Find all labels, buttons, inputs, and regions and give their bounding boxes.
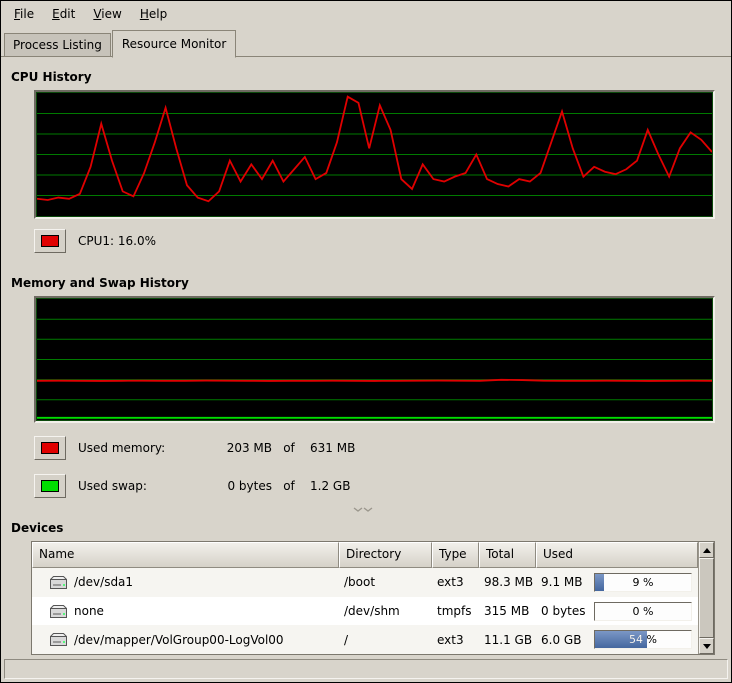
tab-resource-monitor[interactable]: Resource Monitor: [112, 30, 236, 58]
device-used: 6.0 GB: [541, 633, 581, 647]
device-name: /dev/sda1: [74, 575, 133, 589]
memory-legend-label: Used memory:: [78, 441, 196, 455]
device-directory: /boot: [339, 568, 432, 597]
memory-history-graph-frame: [34, 296, 715, 423]
system-monitor-window: File Edit View Help Process Listing Reso…: [0, 0, 732, 683]
memory-total-value: 631 MB: [306, 441, 355, 455]
device-row[interactable]: none /dev/shm tmpfs 315 MB 0 bytes 0 %: [32, 597, 698, 626]
device-type: tmpfs: [432, 597, 479, 626]
device-name: none: [74, 604, 104, 618]
scroll-up-button[interactable]: [699, 542, 714, 558]
devices-table-header: Name Directory Type Total Used: [32, 542, 698, 568]
status-bar: [4, 659, 728, 679]
device-directory: /dev/shm: [339, 597, 432, 626]
memory-legend-row: Used memory: 203 MB of 631 MB: [34, 435, 715, 461]
memory-color-swatch-button[interactable]: [34, 436, 66, 460]
resource-monitor-page: CPU History CPU1: 16.0% Memory and Swap …: [1, 70, 731, 655]
device-used: 9.1 MB: [541, 575, 582, 589]
device-total: 315 MB: [479, 597, 536, 626]
menu-file[interactable]: File: [5, 3, 43, 25]
swap-color-swatch-button[interactable]: [34, 474, 66, 498]
cpu-color-swatch: [41, 235, 59, 247]
pane-resize-grip[interactable]: [11, 505, 715, 517]
swap-used-value: 0 bytes: [196, 479, 272, 493]
column-header-type[interactable]: Type: [432, 542, 479, 568]
progressbar-percent-label: 0 %: [595, 603, 691, 620]
drive-icon: [50, 605, 67, 618]
menu-help[interactable]: Help: [131, 3, 176, 25]
memory-of-label: of: [272, 441, 306, 455]
device-name: /dev/mapper/VolGroup00-LogVol00: [74, 633, 284, 647]
device-usage-progressbar: 0 %: [594, 602, 692, 621]
swap-legend-label: Used swap:: [78, 479, 196, 493]
cpu-history-graph-frame: [34, 90, 715, 219]
scroll-down-button[interactable]: [699, 638, 714, 654]
memory-history-chart: [37, 299, 712, 420]
menu-bar: File Edit View Help: [1, 1, 731, 27]
column-header-total[interactable]: Total: [479, 542, 536, 568]
progressbar-percent-label: 9 %: [595, 574, 691, 591]
cpu-legend-row: CPU1: 16.0%: [34, 228, 715, 254]
device-total: 98.3 MB: [479, 568, 536, 597]
cpu-history-title: CPU History: [11, 70, 715, 84]
swap-color-swatch: [41, 480, 59, 492]
cpu-history-chart: [37, 93, 712, 216]
devices-title: Devices: [11, 521, 715, 535]
column-header-used[interactable]: Used: [536, 542, 698, 568]
device-used: 0 bytes: [541, 604, 586, 618]
swap-of-label: of: [272, 479, 306, 493]
scroll-down-icon: [703, 644, 711, 649]
device-total: 11.1 GB: [479, 625, 536, 654]
scrollbar-thumb[interactable]: [699, 558, 714, 638]
cpu-color-swatch-button[interactable]: [34, 229, 66, 253]
memory-used-value: 203 MB: [196, 441, 272, 455]
menu-view[interactable]: View: [84, 3, 130, 25]
device-type: ext3: [432, 625, 479, 654]
column-header-directory[interactable]: Directory: [339, 542, 432, 568]
swap-legend-row: Used swap: 0 bytes of 1.2 GB: [34, 473, 715, 499]
memory-color-swatch: [41, 442, 59, 454]
swap-total-value: 1.2 GB: [306, 479, 350, 493]
menu-edit[interactable]: Edit: [43, 3, 84, 25]
device-type: ext3: [432, 568, 479, 597]
vertical-scrollbar[interactable]: [698, 542, 714, 654]
tab-process-listing[interactable]: Process Listing: [4, 33, 111, 57]
device-row[interactable]: /dev/mapper/VolGroup00-LogVol00 / ext3 1…: [32, 625, 698, 654]
device-usage-progressbar: 9 % 9 %: [594, 573, 692, 592]
cpu-legend-label: CPU1: 16.0%: [78, 234, 156, 248]
memory-history-title: Memory and Swap History: [11, 276, 715, 290]
drive-icon: [50, 633, 67, 646]
drive-icon: [50, 576, 67, 589]
column-header-name[interactable]: Name: [32, 542, 339, 568]
scroll-up-icon: [703, 548, 711, 553]
tab-strip: Process Listing Resource Monitor: [1, 27, 731, 57]
devices-table: Name Directory Type Total Used /: [31, 541, 715, 655]
device-row[interactable]: /dev/sda1 /boot ext3 98.3 MB 9.1 MB 9 % …: [32, 568, 698, 597]
device-directory: /: [339, 625, 432, 654]
device-usage-progressbar: 54 % 54 %: [594, 630, 692, 649]
